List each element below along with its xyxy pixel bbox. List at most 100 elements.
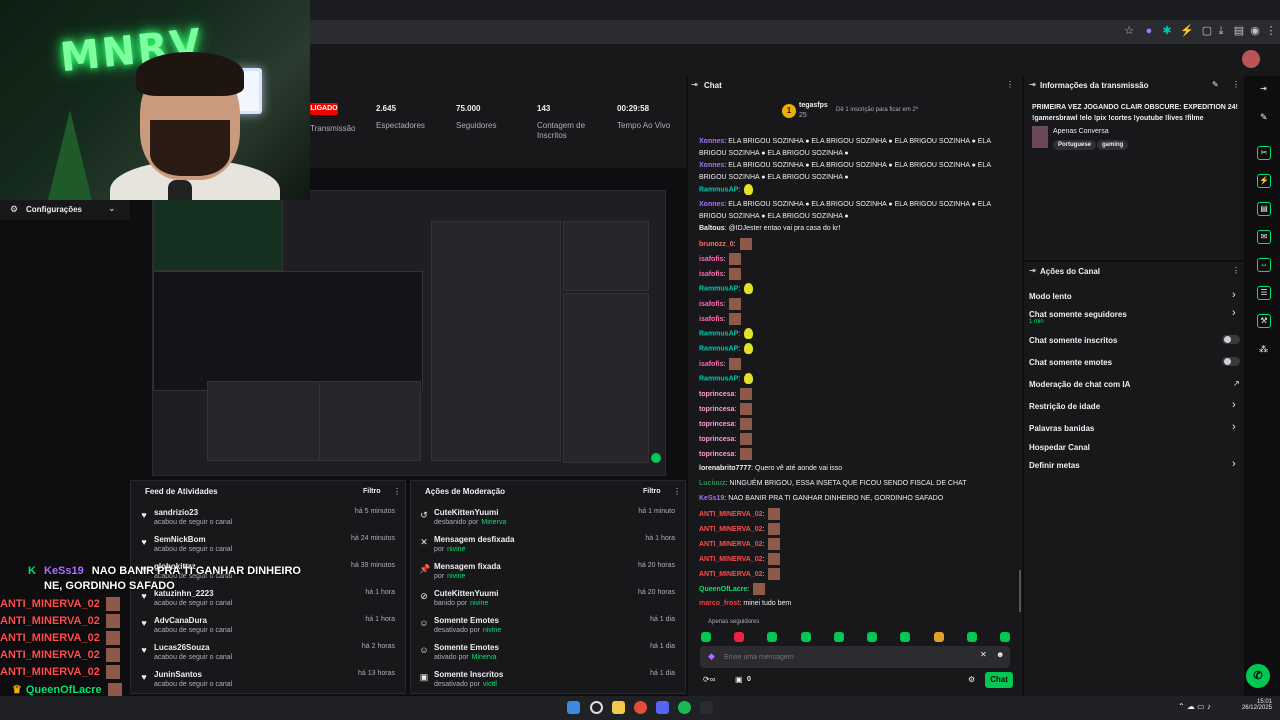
- chat-message[interactable]: toprincesa:: [699, 418, 1009, 431]
- search-icon[interactable]: [590, 701, 603, 714]
- chat-message-field[interactable]: [724, 650, 964, 664]
- chat-message[interactable]: ANTI_MINERVA_02:: [699, 523, 1009, 536]
- chat-scrollbar[interactable]: [1019, 570, 1021, 612]
- chat-message[interactable]: ANTI_MINERVA_02:: [699, 508, 1009, 521]
- tag-portuguese[interactable]: Portuguese: [1053, 140, 1097, 150]
- external-link-icon[interactable]: ↗: [1233, 379, 1240, 388]
- chat-input[interactable]: ◆ ✕ ☻: [700, 646, 1010, 668]
- chat-message[interactable]: marco_frost: minei tudo bem: [699, 598, 1009, 610]
- more-icon[interactable]: ⋮: [393, 487, 401, 496]
- chat-username[interactable]: Luciuuz: [699, 480, 725, 487]
- chat-message[interactable]: toprincesa:: [699, 403, 1009, 416]
- emote-icon[interactable]: [934, 632, 944, 642]
- chevron-right-icon[interactable]: ›: [1232, 289, 1236, 301]
- chat-message[interactable]: Xonnes: ELA BRIGOU SOZINHA ● ELA BRIGOU …: [699, 160, 1009, 184]
- chat-username[interactable]: marco_frost: [699, 600, 739, 607]
- chat-message[interactable]: Xonnes: ELA BRIGOU SOZINHA ● ELA BRIGOU …: [699, 136, 1009, 160]
- rail-document-icon[interactable]: ▤: [1257, 202, 1271, 216]
- chat-username[interactable]: isafofis: [699, 316, 724, 323]
- chat-message[interactable]: RammusAP:: [699, 184, 1009, 196]
- channel-points-icon[interactable]: ⟳∞: [703, 675, 715, 684]
- chat-username[interactable]: RammusAP: [699, 375, 738, 382]
- gear-icon[interactable]: ⚙: [968, 675, 975, 684]
- channel-action-label[interactable]: Chat somente emotes: [1029, 358, 1112, 367]
- tray-icons[interactable]: ⌃ ☁ ▭ ♪: [1178, 702, 1211, 711]
- chat-message[interactable]: toprincesa:: [699, 433, 1009, 446]
- list-item[interactable]: ♥ sandrizio23 acabou de seguir o canal há 5…: [131, 505, 405, 532]
- edit-icon[interactable]: ✎: [1260, 112, 1268, 123]
- chat-username[interactable]: Xonnes: [699, 162, 724, 169]
- chevron-right-icon[interactable]: ›: [1232, 458, 1236, 470]
- chat-username[interactable]: RammusAP: [699, 285, 738, 292]
- emote-icon[interactable]: [701, 632, 711, 642]
- chat-username[interactable]: ANTI_MINERVA_02: [699, 556, 763, 563]
- chat-username[interactable]: Baltous: [699, 225, 725, 232]
- extension-icon[interactable]: ●: [1142, 24, 1156, 38]
- start-icon[interactable]: [567, 701, 580, 714]
- toggle-switch[interactable]: [1222, 357, 1240, 366]
- list-item[interactable]: ⊘ CuteKittenYuumi banido por nivine há 20 ho…: [411, 586, 685, 613]
- spotify-icon[interactable]: [678, 701, 691, 714]
- chat-username[interactable]: isafofis: [699, 361, 724, 368]
- chat-message[interactable]: isafofis:: [699, 298, 1009, 311]
- chat-message[interactable]: isafofis:: [699, 253, 1009, 266]
- channel-action-label[interactable]: Chat somente inscritos: [1029, 336, 1117, 345]
- profile-icon[interactable]: ◉: [1248, 24, 1262, 38]
- emote-icon[interactable]: [767, 632, 777, 642]
- chat-username[interactable]: RammusAP: [699, 330, 738, 337]
- rail-chat-icon[interactable]: ✉: [1257, 230, 1271, 244]
- list-item[interactable]: ☺ Somente Emotes ativado por Minerva há 1 di…: [411, 640, 685, 667]
- chat-username[interactable]: RammusAP: [699, 186, 738, 193]
- chat-message[interactable]: RammusAP:: [699, 283, 1009, 295]
- list-item[interactable]: ✕ Mensagem desfixada por nivine há 1 hora: [411, 532, 685, 559]
- chevron-right-icon[interactable]: ›: [1232, 307, 1236, 319]
- tab-search-icon[interactable]: ▤: [1232, 24, 1246, 38]
- chat-username[interactable]: ANTI_MINERVA_02: [699, 571, 763, 578]
- chat-message[interactable]: isafofis:: [699, 358, 1009, 371]
- collapse-icon[interactable]: ⇥: [1260, 84, 1267, 93]
- chat-message[interactable]: toprincesa:: [699, 448, 1009, 461]
- list-item[interactable]: ☺ Somente Emotes desativado por nivine há 1 …: [411, 613, 685, 640]
- chat-message[interactable]: KeSs19: NAO BANIR PRA TI GANHAR DINHEIRO…: [699, 493, 1009, 505]
- extension-icon[interactable]: ✱: [1160, 24, 1174, 38]
- chrome-icon[interactable]: [634, 701, 647, 714]
- puzzle-icon[interactable]: ▢: [1200, 24, 1214, 38]
- chat-message[interactable]: Baltous: @IDJester entao vai pra casa do…: [699, 223, 1009, 235]
- discord-icon[interactable]: [656, 701, 669, 714]
- chat-collapse-icon[interactable]: ⇥: [691, 80, 698, 89]
- gift-icon[interactable]: ▣: [735, 675, 743, 684]
- chat-username[interactable]: toprincesa: [699, 406, 734, 413]
- chat-message[interactable]: RammusAP:: [699, 328, 1009, 340]
- mod-tools-icon[interactable]: ✕: [980, 650, 987, 659]
- channel-action-label[interactable]: Modo lento: [1029, 292, 1072, 301]
- activity-filter-button[interactable]: Filtro: [363, 488, 381, 495]
- chat-message[interactable]: ANTI_MINERVA_02:: [699, 568, 1009, 581]
- avatar[interactable]: [1242, 50, 1260, 68]
- emote-icon[interactable]: [967, 632, 977, 642]
- chat-username[interactable]: Xonnes: [699, 138, 724, 145]
- file-explorer-icon[interactable]: [612, 701, 625, 714]
- chat-message[interactable]: toprincesa:: [699, 388, 1009, 401]
- more-icon[interactable]: ⋮: [1232, 266, 1240, 275]
- download-icon[interactable]: ⤓: [1214, 24, 1228, 38]
- channel-action-label[interactable]: Palavras banidas: [1029, 424, 1094, 433]
- chat-bubble-button[interactable]: ✆: [1246, 664, 1270, 688]
- stream-preview-video[interactable]: [152, 190, 666, 476]
- channel-action-label[interactable]: Hospedar Canal: [1029, 443, 1090, 452]
- chat-message[interactable]: isafofis:: [699, 268, 1009, 281]
- channel-action-label[interactable]: Moderação de chat com IA: [1029, 380, 1130, 389]
- rail-clip-icon[interactable]: ✂: [1257, 146, 1271, 160]
- chat-message[interactable]: brunozz_0:: [699, 238, 1009, 251]
- chat-message[interactable]: Luciuuz: NINGUÉM BRIGOU, ESSA INSETA QUE…: [699, 478, 1009, 490]
- chat-message[interactable]: ANTI_MINERVA_02:: [699, 538, 1009, 551]
- more-icon[interactable]: ⋮: [1232, 80, 1240, 89]
- list-item[interactable]: ▣ Somente Inscritos desativado por victtl há…: [411, 667, 685, 694]
- chat-message[interactable]: RammusAP:: [699, 373, 1009, 385]
- actions-collapse-icon[interactable]: ⇥: [1029, 266, 1036, 275]
- emote-icon[interactable]: [900, 632, 910, 642]
- list-item[interactable]: ↺ CuteKittenYuumi desbanido por Minerva há 1…: [411, 505, 685, 532]
- chat-username[interactable]: toprincesa: [699, 451, 734, 458]
- menu-icon[interactable]: ⋮: [1264, 24, 1278, 38]
- edit-icon[interactable]: ✎: [1212, 80, 1219, 89]
- emote-picker-icon[interactable]: ☻: [996, 650, 1004, 659]
